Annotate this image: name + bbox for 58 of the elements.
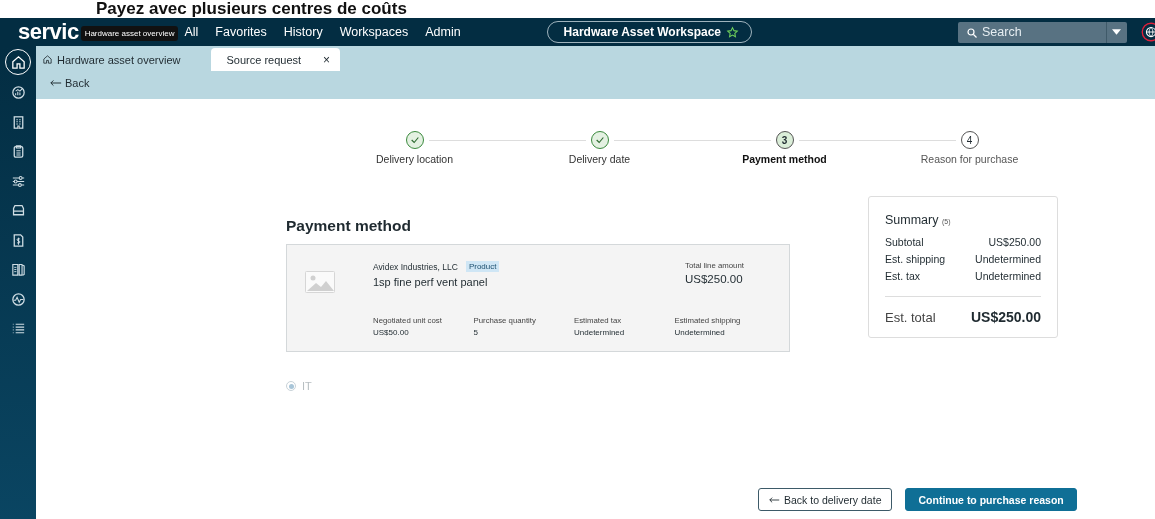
field-value: Undetermined	[674, 328, 726, 337]
search-dropdown-button[interactable]	[1106, 21, 1127, 43]
arrow-left-icon	[769, 495, 780, 504]
summary-value: Undetermined	[975, 253, 1041, 265]
workspace-title: Hardware Asset Workspace	[563, 25, 721, 39]
summary-title: Summary	[885, 213, 939, 227]
section-title: Payment method	[286, 217, 412, 235]
close-tab-button[interactable]: ×	[323, 52, 331, 67]
step-label: Reason for purchase	[920, 153, 1019, 165]
field-value: Undetermined	[574, 328, 626, 337]
summary-label: Est. tax	[885, 270, 920, 282]
summary-value: US$250.00	[988, 236, 1041, 248]
nav-menu-item[interactable]: All	[184, 25, 199, 39]
check-icon	[594, 135, 605, 145]
total-label: Est. total	[885, 310, 936, 325]
tab-label: Hardware asset overview	[57, 53, 181, 66]
product-name: 1sp fine perf vent panel	[373, 276, 489, 288]
summary-label: Est. shipping	[885, 253, 946, 265]
globe-icon[interactable]	[1141, 22, 1155, 42]
total-amount: US$250.00	[685, 273, 744, 285]
step-label: Delivery location	[375, 153, 453, 165]
continue-button[interactable]: Continue to purchase reason	[905, 488, 1077, 511]
caret-down-icon	[1112, 29, 1122, 35]
tab[interactable]: Hardware asset overview	[42, 48, 193, 71]
check-icon	[409, 135, 420, 145]
tab[interactable]: Source request ×	[210, 48, 341, 71]
search-icon	[966, 26, 978, 39]
tab-label: Source request	[226, 53, 302, 66]
total-value: US$250.00	[970, 309, 1041, 325]
tooltip: Hardware asset overview	[80, 26, 179, 41]
summary-label: Subtotal	[885, 236, 924, 248]
gauge-chart-icon	[9, 84, 27, 101]
book-icon	[9, 261, 27, 278]
logo[interactable]: servic	[18, 18, 79, 46]
radio-label: IT	[302, 380, 312, 392]
back-button[interactable]: Back to delivery date	[758, 488, 893, 511]
field-value: 5	[473, 328, 479, 337]
star-icon[interactable]	[726, 25, 739, 39]
home-icon	[9, 53, 27, 71]
product-tag: Product	[465, 261, 500, 272]
field-value: US$50.00	[373, 328, 410, 337]
back-link[interactable]: Back	[50, 77, 90, 89]
arrow-left-icon	[50, 79, 62, 87]
page-caption: Payez avec plusieurs centres de coûts	[95, 0, 408, 18]
step-indicator: 3	[775, 131, 794, 149]
nav-menu-item[interactable]: Workspaces	[339, 25, 409, 39]
search-field[interactable]: Search	[958, 21, 1106, 43]
supplier-name: Avidex Industries, LLC	[373, 261, 458, 272]
nav-menu-item[interactable]: Admin	[425, 25, 461, 39]
nav-menu-item[interactable]: Favorites	[215, 25, 267, 39]
step-label: Delivery date	[568, 153, 631, 165]
home-icon	[42, 54, 53, 65]
summary-value: Undetermined	[975, 270, 1041, 282]
step-label: Payment method	[742, 153, 827, 165]
nav-menu-item[interactable]: History	[283, 25, 323, 39]
pulse-icon	[9, 290, 27, 308]
step-indicator: 4	[960, 131, 979, 149]
image-placeholder-icon	[305, 271, 335, 293]
